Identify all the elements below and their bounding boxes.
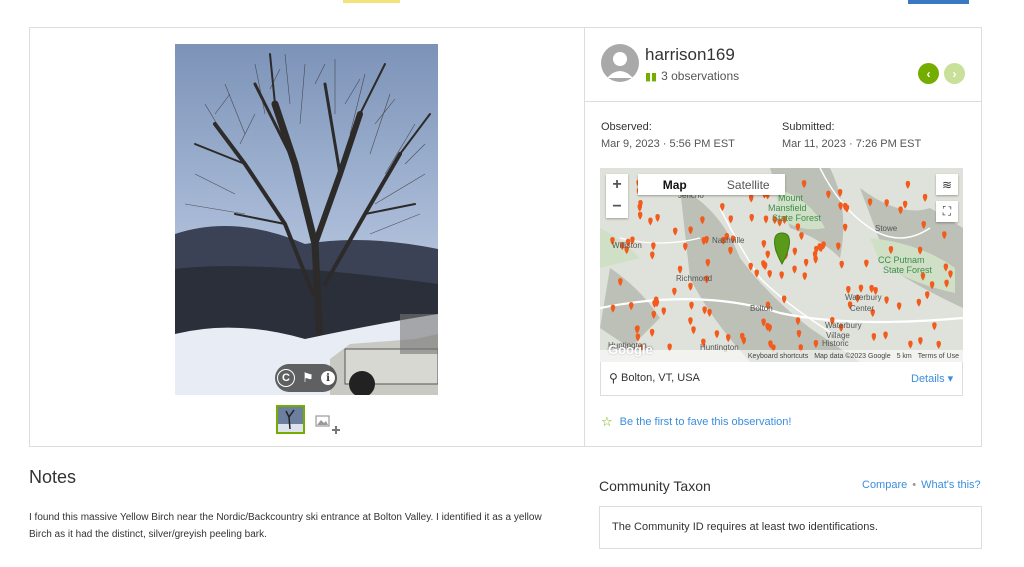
notes-heading: Notes: [29, 467, 77, 487]
svg-text:Center: Center: [850, 304, 874, 313]
location-text: Bolton, VT, USA: [621, 372, 700, 384]
zoom-in-button[interactable]: +: [606, 174, 628, 196]
observation-count-text: 3 observations: [661, 69, 740, 83]
top-action-button[interactable]: [908, 0, 969, 4]
copyright-icon[interactable]: C: [277, 369, 295, 387]
submitted-label: Submitted:: [782, 121, 835, 133]
svg-text:Historic: Historic: [822, 339, 849, 348]
svg-text:Waterbury: Waterbury: [825, 321, 862, 330]
svg-text:CC Putnam: CC Putnam: [878, 255, 925, 265]
status-badge: [343, 0, 400, 3]
avatar[interactable]: [601, 44, 639, 82]
fave-link[interactable]: ☆ Be the first to fave this observation!: [601, 414, 791, 430]
svg-text:Bolton: Bolton: [750, 304, 773, 313]
map-data-credit: Map data ©2023 Google: [814, 352, 891, 360]
submitted-date: Mar 11, 2023 · 7:26 PM EST: [782, 138, 922, 150]
keyboard-shortcuts-link[interactable]: Keyboard shortcuts: [748, 353, 808, 360]
svg-text:State Forest: State Forest: [883, 265, 933, 275]
svg-text:Richmond: Richmond: [676, 274, 712, 283]
observation-map[interactable]: Jericho Williston Nashville Richmond Bol…: [600, 168, 963, 362]
star-icon: ☆: [601, 414, 613, 429]
zoom-out-button[interactable]: −: [606, 196, 628, 218]
svg-text:Stowe: Stowe: [875, 224, 898, 233]
svg-text:Nashville: Nashville: [712, 236, 745, 245]
add-photo-icon[interactable]: [314, 412, 344, 436]
page-title-partial: [30, 0, 340, 2]
binoculars-icon: ▮▮: [645, 70, 658, 83]
fullscreen-icon[interactable]: ⛶: [936, 201, 958, 222]
next-observation-button[interactable]: ›: [944, 63, 965, 84]
observation-count[interactable]: ▮▮ 3 observations: [645, 69, 739, 83]
map-type-tabs: Map Satellite: [638, 174, 785, 195]
map-footer: Keyboard shortcuts Map data ©2023 Google…: [600, 350, 963, 362]
photo-controls: C ⚑ i: [275, 364, 337, 392]
svg-text:Williston: Williston: [612, 241, 642, 250]
community-id-message: The Community ID requires at least two i…: [612, 521, 878, 533]
flag-icon[interactable]: ⚑: [299, 369, 317, 387]
panel-divider: [584, 27, 585, 447]
layers-icon[interactable]: ≋: [936, 174, 958, 195]
compare-link[interactable]: Compare: [862, 479, 907, 491]
community-taxon-links: Compare • What's this?: [862, 479, 981, 491]
tab-satellite[interactable]: Satellite: [712, 174, 786, 195]
svg-text:State Forest: State Forest: [772, 213, 822, 223]
svg-text:Mansfield: Mansfield: [768, 203, 807, 213]
svg-text:Waterbury: Waterbury: [845, 293, 882, 302]
info-icon[interactable]: i: [321, 371, 335, 385]
photo-thumbnail[interactable]: [276, 405, 305, 434]
fave-text: Be the first to fave this observation!: [619, 416, 792, 428]
top-strip: [0, 0, 1024, 6]
map-scale[interactable]: 5 km: [897, 353, 912, 360]
link-separator: •: [912, 479, 917, 491]
separator: [585, 101, 981, 102]
previous-observation-button[interactable]: ‹: [918, 63, 939, 84]
map-zoom-controls: + −: [606, 174, 628, 218]
notes-body: I found this massive Yellow Birch near t…: [29, 512, 542, 540]
community-taxon-heading: Community Taxon: [599, 478, 711, 494]
tab-map[interactable]: Map: [638, 174, 712, 195]
observed-date: Mar 9, 2023 · 5:56 PM EST: [601, 138, 735, 150]
observed-label: Observed:: [601, 121, 652, 133]
username[interactable]: harrison169: [645, 45, 735, 65]
terms-link[interactable]: Terms of Use: [918, 353, 959, 360]
map-marker-icon: ⚲: [609, 371, 618, 385]
location-details-button[interactable]: Details ▾: [911, 372, 953, 385]
observation-photo[interactable]: [175, 44, 438, 395]
whats-this-link[interactable]: What's this?: [921, 479, 981, 491]
